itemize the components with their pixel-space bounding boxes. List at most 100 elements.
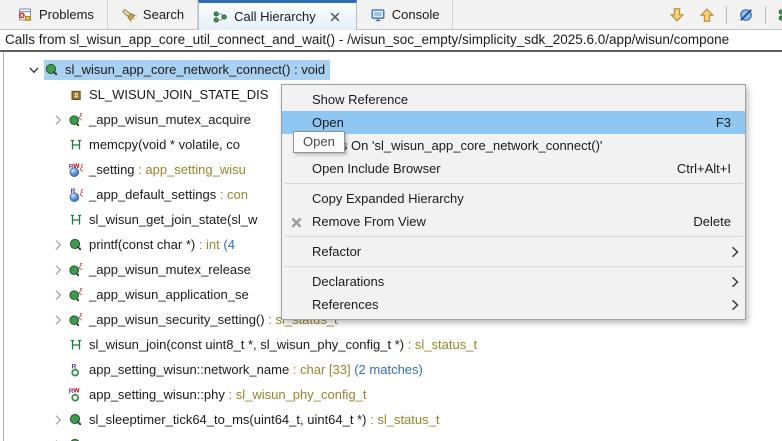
menu-separator: [284, 236, 743, 237]
problems-icon: [17, 7, 33, 23]
menu-item-open[interactable]: Open F3: [282, 111, 745, 134]
hierarchy-mode-button[interactable]: [774, 4, 782, 26]
chevron-collapsed-icon[interactable]: [50, 262, 68, 278]
svg-text:W: W: [73, 387, 80, 394]
tab-call-hierarchy[interactable]: Call Hierarchy: [198, 0, 357, 30]
hierarchy-description: Calls from sl_wisun_app_core_util_connec…: [0, 30, 782, 52]
tab-problems[interactable]: Problems: [4, 0, 108, 29]
tree-row-content: memcpy(void * volatile, co: [68, 135, 245, 155]
tree-row-label: _app_wisun_application_se: [89, 287, 249, 302]
svg-text:ξ: ξ: [79, 287, 83, 296]
chevron-collapsed-icon[interactable]: [50, 237, 68, 253]
chevron-collapsed-icon[interactable]: [50, 312, 68, 328]
tree-row[interactable]: sl_wisun_app_core_network_connect() : vo…: [4, 57, 782, 82]
tree-row-content: [68, 435, 94, 441]
chevron-expanded-icon[interactable]: [26, 62, 44, 78]
next-element-button[interactable]: [666, 4, 688, 26]
menu-item-open-include-browser[interactable]: Open Include Browser Ctrl+Alt+I: [282, 157, 745, 180]
close-icon[interactable]: [327, 9, 343, 25]
tree-row[interactable]: R W app_setting_wisun::phy : sl_wisun_phy_…: [4, 382, 782, 407]
menu-item-remove-from-view[interactable]: Remove From View Delete: [282, 210, 745, 233]
function-icon: [68, 437, 84, 441]
tree-row-name: sl_sleeptimer_tick64_to_ms(uint64_t, uin…: [89, 412, 367, 427]
tree-row-name: memcpy(void * volatile, co: [89, 137, 240, 152]
menu-item-copy-expanded-hierarchy[interactable]: Copy Expanded Hierarchy: [282, 187, 745, 210]
menu-separator: [284, 183, 743, 184]
chevron-collapsed-icon[interactable]: [50, 287, 68, 303]
menu-item-declarations[interactable]: Declarations: [282, 270, 745, 293]
tree-row-content: ξ _app_wisun_mutex_acquire: [68, 110, 256, 130]
tree-row[interactable]: Rapp_setting_wisun::network_name : char …: [4, 357, 782, 382]
view-tab-bar: Problems Search Call Hierarchy Console: [0, 0, 782, 30]
tree-row-name: SL_WISUN_JOIN_STATE_DIS: [89, 87, 269, 102]
menu-item-label: Refactor: [312, 244, 362, 259]
tree-row[interactable]: sl_wisun_join(const uint8_t *, sl_wisun_…: [4, 332, 782, 357]
tree-row-name: sl_wisun_app_core_network_connect() : vo…: [65, 62, 326, 77]
toolbar-separator: [765, 5, 766, 24]
static-function-icon: ξ: [68, 312, 84, 328]
tree-row[interactable]: sl_sleeptimer_tick64_to_ms(uint64_t, uin…: [4, 407, 782, 432]
tree-row-matches: (4: [219, 237, 235, 252]
tree-row-name: sl_wisun_join(const uint8_t *, sl_wisun_…: [89, 337, 405, 352]
tree-row-type: : char [33]: [289, 362, 351, 377]
tree-row-name: _app_wisun_mutex_acquire: [89, 112, 251, 127]
svg-text:ξ: ξ: [80, 188, 84, 197]
history-button[interactable]: [735, 4, 757, 26]
previous-element-button[interactable]: [696, 4, 718, 26]
tab-label: Problems: [39, 7, 94, 22]
call-hierarchy-icon: [212, 9, 228, 25]
menu-item-label: Open: [312, 115, 344, 130]
c-function-icon: [68, 212, 84, 228]
tab-label: Call Hierarchy: [234, 9, 316, 24]
tree-row-name: app_setting_wisun::phy: [89, 387, 225, 402]
static-variable-rw-icon: RWξ: [68, 162, 84, 178]
tree-row-label: app_setting_wisun::network_name : char […: [89, 362, 423, 377]
svg-text:ξ: ξ: [79, 312, 83, 321]
submenu-arrow-icon: [725, 272, 745, 292]
macro-icon: [68, 87, 84, 103]
open-tooltip: Open: [293, 131, 345, 153]
arrow-down-icon: [669, 7, 685, 23]
svg-text:R: R: [72, 363, 77, 370]
tree-row-content: sl_wisun_get_join_state(sl_w: [68, 210, 262, 230]
tab-console[interactable]: Console: [357, 0, 454, 29]
chevron-collapsed-icon[interactable]: [50, 112, 68, 128]
tree-row-content: sl_sleeptimer_tick64_to_ms(uint64_t, uin…: [68, 410, 444, 430]
submenu-arrow-icon: [725, 242, 745, 262]
svg-text:ξ: ξ: [80, 163, 84, 172]
tree-row-name: _app_default_settings: [89, 187, 217, 202]
submenu-arrow-icon: [725, 295, 745, 315]
tree-row-name: _setting: [89, 162, 135, 177]
tree-row-label: _app_default_settings : con: [89, 187, 248, 202]
menu-item-show-reference[interactable]: Show Reference: [282, 88, 745, 111]
remove-icon: [289, 214, 305, 230]
field-r-icon: R: [68, 362, 84, 378]
tree-row-name: app_setting_wisun::network_name: [89, 362, 290, 377]
tree-row-label: SL_WISUN_JOIN_STATE_DIS: [89, 87, 268, 102]
menu-item-refactor[interactable]: Refactor: [282, 240, 745, 263]
function-icon: [44, 62, 60, 78]
menu-item-references[interactable]: References: [282, 293, 745, 316]
menu-item-label: Remove From View: [312, 214, 426, 229]
chevron-collapsed-icon[interactable]: [50, 437, 68, 441]
tree-row-content: R W app_setting_wisun::phy : sl_wisun_phy_…: [68, 385, 372, 405]
view-tabs: Problems Search Call Hierarchy Console: [4, 0, 454, 30]
tree-row-type: : app_setting_wisu: [134, 162, 246, 177]
tree-row-content: ξ _app_wisun_mutex_release: [68, 260, 256, 280]
tree-row[interactable]: [4, 432, 782, 441]
field-rw-icon: RW: [68, 387, 84, 403]
tree-row-label: sl_wisun_join(const uint8_t *, sl_wisun_…: [89, 337, 477, 352]
tab-search[interactable]: Search: [108, 0, 199, 29]
view-toolbar: [666, 0, 782, 29]
menu-item-focus-on-sl-wisun-app-core-network-connect[interactable]: Focus On 'sl_wisun_app_core_network_conn…: [282, 134, 745, 157]
tab-label: Search: [142, 7, 185, 22]
tab-label: Console: [391, 7, 440, 22]
menu-item-label: Copy Expanded Hierarchy: [312, 191, 464, 206]
chevron-collapsed-icon[interactable]: [50, 412, 68, 428]
